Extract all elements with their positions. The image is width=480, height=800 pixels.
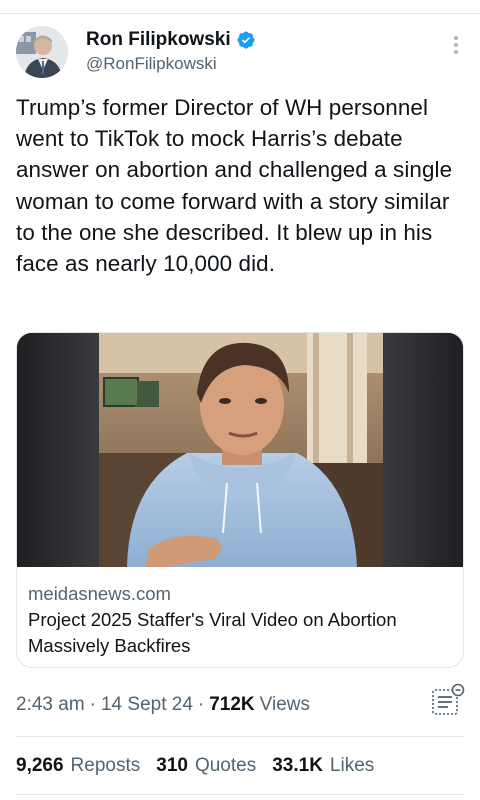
engagement-stats: 9,266 Reposts 310 Quotes 33.1K Likes (16, 755, 390, 777)
avatar[interactable] (16, 26, 68, 78)
more-options-icon[interactable] (452, 36, 460, 58)
quotes-label: Quotes (194, 755, 257, 776)
link-card[interactable]: meidasnews.com Project 2025 Staffer's Vi… (16, 332, 464, 668)
divider (16, 794, 464, 795)
author-info: Ron Filipkowski @RonFilipkowski (86, 29, 256, 74)
views-label: Views (259, 694, 310, 715)
likes-count: 33.1K (272, 755, 323, 776)
quotes-stat[interactable]: 310 Quotes (156, 755, 256, 777)
tweet-date[interactable]: 14 Sept 24 (101, 694, 193, 716)
top-divider (0, 13, 480, 14)
reposts-stat[interactable]: 9,266 Reposts (16, 755, 140, 777)
tweet-meta: 2:43 am · 14 Sept 24 · 712K Views (16, 694, 310, 716)
tweet-text: Trump’s former Director of WH personnel … (16, 95, 453, 277)
card-domain: meidasnews.com (28, 583, 171, 604)
tweet-header: Ron Filipkowski @RonFilipkowski (16, 26, 464, 80)
card-title: Project 2025 Staffer's Viral Video on Ab… (28, 609, 397, 656)
quotes-count: 310 (156, 755, 188, 776)
likes-stat[interactable]: 33.1K Likes (272, 755, 374, 777)
author-handle[interactable]: @RonFilipkowski (86, 54, 256, 74)
view-analytics-icon[interactable] (430, 683, 466, 717)
verified-badge-icon (237, 31, 255, 49)
author-name[interactable]: Ron Filipkowski (86, 29, 231, 51)
avatar-image (16, 26, 68, 78)
likes-label: Likes (329, 755, 375, 776)
card-image (17, 333, 463, 567)
meta-separator: · (89, 694, 96, 715)
reposts-label: Reposts (70, 755, 141, 776)
meta-separator: · (197, 694, 205, 715)
reposts-count: 9,266 (16, 755, 64, 776)
tweet-time[interactable]: 2:43 am (16, 694, 85, 716)
views-count: 712K (209, 694, 255, 715)
divider (16, 736, 464, 737)
